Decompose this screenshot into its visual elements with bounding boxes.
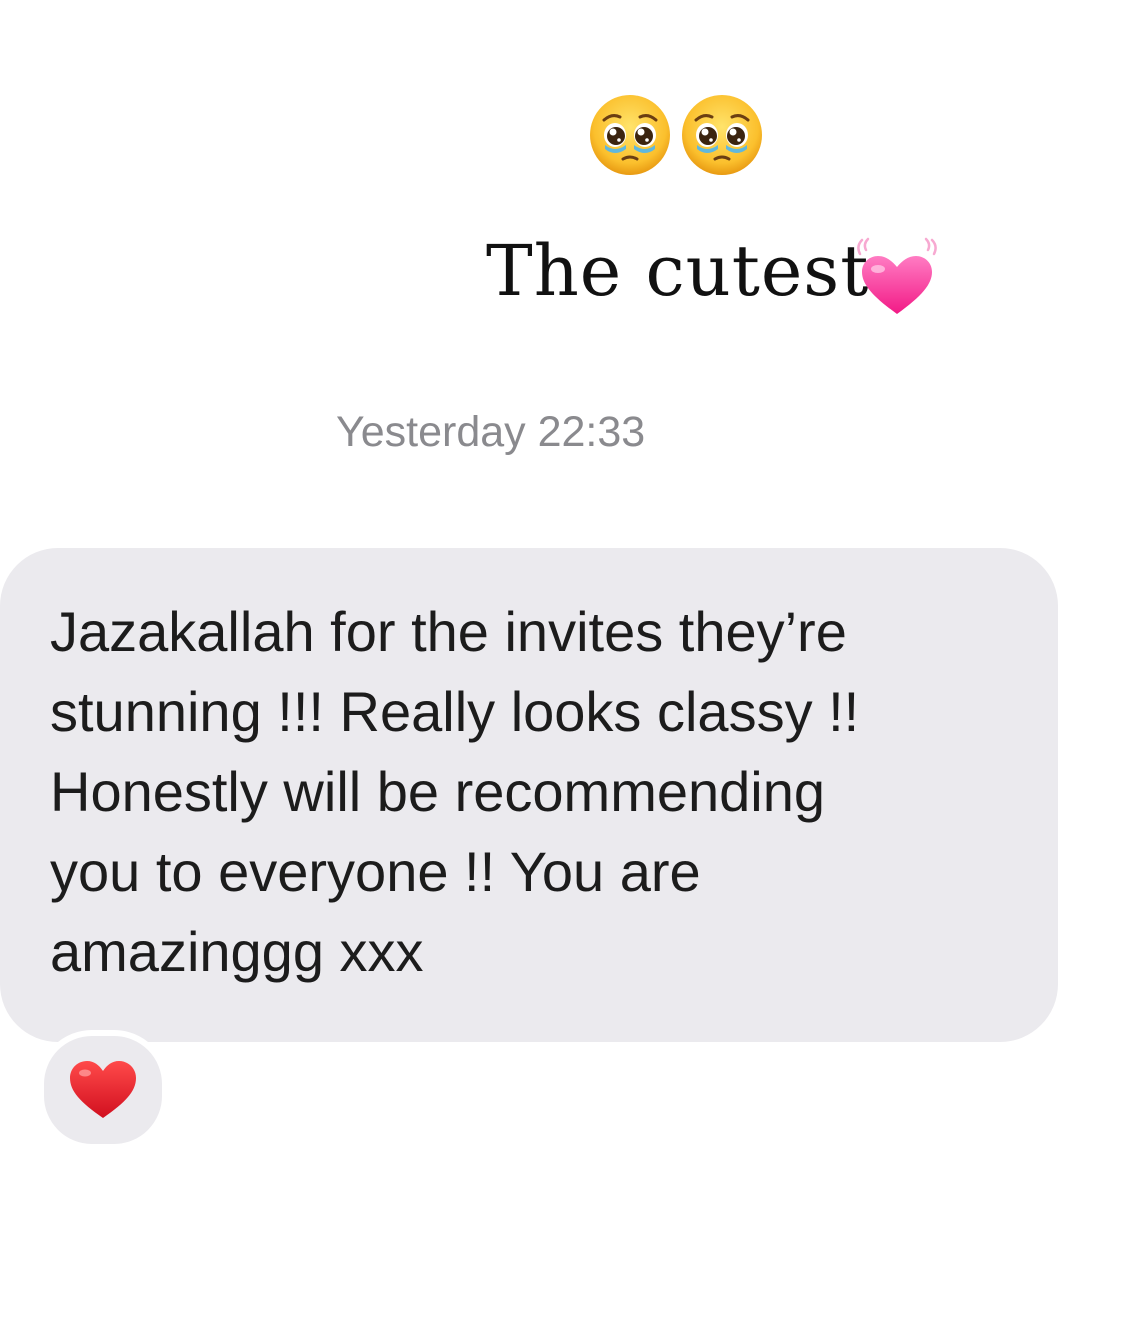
message-line: Honestly will be recommending xyxy=(50,760,826,823)
message-bubble[interactable]: Jazakallah for the invites they’re stunn… xyxy=(0,548,1058,1042)
message-line: Jazakallah for the invites they’re xyxy=(50,600,847,663)
message-line: amazinggg xxx xyxy=(50,920,424,983)
message-timestamp: Yesterday 22:33 xyxy=(336,408,646,456)
reaction-badge[interactable] xyxy=(38,1030,168,1150)
growing-heart-icon xyxy=(857,237,937,314)
message-line: you to everyone !! You are xyxy=(50,840,701,903)
emoji-row xyxy=(588,93,768,183)
red-heart-icon xyxy=(70,1061,136,1118)
pleading-face-icon xyxy=(590,95,670,175)
screenshot-page: The cutest Yesterday 22:33 Jazakallah fo… xyxy=(0,0,1124,1330)
message-line: stunning !!! Really looks classy !! xyxy=(50,680,860,743)
message-text: Jazakallah for the invites they’re stunn… xyxy=(50,592,1030,992)
caption-text: The cutest xyxy=(486,230,870,312)
pleading-face-icon xyxy=(682,95,762,175)
